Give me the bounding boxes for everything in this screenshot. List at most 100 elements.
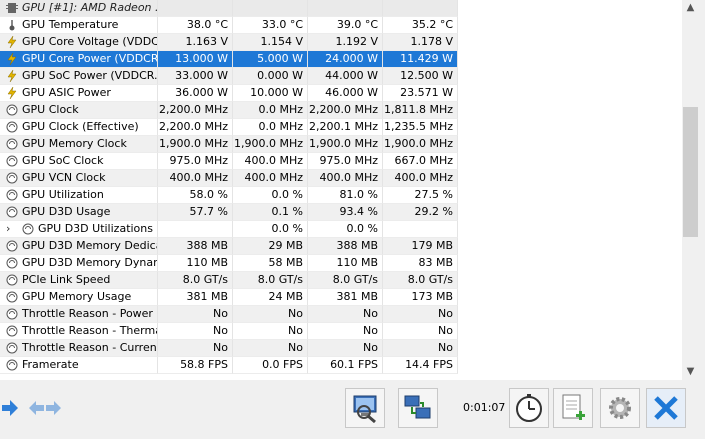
sensor-row[interactable]: GPU Memory Usage 381 MB 24 MB 381 MB 173 MB [0, 289, 682, 306]
sensor-row[interactable]: GPU D3D Memory Dynamic 110 MB 58 MB 110 MB 8… [0, 255, 682, 272]
sensor-row[interactable]: GPU D3D Usage 57.7 % 0.1 % 93.4 % 29.2 % [0, 204, 682, 221]
sensor-row[interactable]: GPU Core Voltage (VDDC... 1.163 V 1.154 V 1… [0, 34, 682, 51]
value-average-cell: No [383, 306, 458, 323]
value-maximum-cell: 381 MB [308, 289, 383, 306]
value-minimum: No [288, 307, 303, 320]
value-minimum-cell: 0.0 MHz [233, 102, 308, 119]
sensor-row[interactable]: GPU VCN Clock 400.0 MHz 400.0 MHz 400.0 MHz… [0, 170, 682, 187]
sensor-row[interactable]: Throttle Reason - Thermal No No No No [0, 323, 682, 340]
sensor-label: GPU Core Voltage (VDDC... [22, 35, 158, 48]
sensor-row[interactable]: GPU SoC Clock 975.0 MHz 400.0 MHz 975.0 MHz… [0, 153, 682, 170]
timer-button[interactable] [509, 388, 549, 428]
next-arrow-icon[interactable] [0, 398, 22, 418]
scrollbar-thumb[interactable] [683, 107, 698, 237]
sensor-row[interactable]: Framerate 58.8 FPS 0.0 FPS 60.1 FPS 14.4 FPS [0, 357, 682, 374]
sensor-row[interactable]: GPU Clock (Effective) 2,200.0 MHz 0.0 MHz 2… [0, 119, 682, 136]
value-average-cell: No [383, 323, 458, 340]
vertical-scrollbar[interactable] [682, 0, 699, 380]
value-maximum: 81.0 % [339, 188, 378, 201]
value-current-cell: 1,900.0 MHz [158, 136, 233, 153]
sensor-row[interactable]: GPU Temperature 38.0 °C 33.0 °C 39.0 °C 35.2… [0, 17, 682, 34]
sensor-name-cell: GPU ASIC Power [0, 85, 158, 102]
sensor-row[interactable]: PCIe Link Speed 8.0 GT/s 8.0 GT/s 8.0 GT/s 8… [0, 272, 682, 289]
value-current-cell: 388 MB [158, 238, 233, 255]
sensor-name-cell: GPU Clock [0, 102, 158, 119]
empty-area [458, 340, 682, 357]
value-maximum-cell: 400.0 MHz [308, 170, 383, 187]
value-current-cell: No [158, 323, 233, 340]
value-maximum-cell: 44.000 W [308, 68, 383, 85]
value-current: 13.000 W [175, 52, 228, 65]
value-average-cell [383, 221, 458, 238]
sensor-name-cell: Framerate [0, 357, 158, 374]
value-maximum: 44.000 W [325, 69, 378, 82]
sensor-row[interactable]: Throttle Reason - Power No No No No [0, 306, 682, 323]
group-label: GPU [#1]: AMD Radeon ... [22, 1, 158, 14]
value-minimum-cell: 0.000 W [233, 68, 308, 85]
sensor-row[interactable]: GPU D3D Memory Dedica... 388 MB 29 MB 388 M… [0, 238, 682, 255]
header-value-cell [233, 0, 308, 17]
sensor-row[interactable]: GPU Utilization 58.0 % 0.0 % 81.0 % 27.5 % [0, 187, 682, 204]
value-current-cell: 38.0 °C [158, 17, 233, 34]
settings-button[interactable] [600, 388, 640, 428]
value-minimum: 0.0 % [271, 222, 303, 235]
sensor-label: GPU ASIC Power [22, 86, 111, 99]
sensor-group-header[interactable]: GPU [#1]: AMD Radeon ... [0, 0, 682, 17]
value-maximum: 2,200.0 MHz [308, 103, 378, 116]
close-button[interactable] [646, 388, 686, 428]
scroll-up-arrow-icon[interactable]: ▲ [682, 0, 699, 16]
empty-area [458, 153, 682, 170]
sensor-row[interactable]: › GPU D3D Utilizations 0.0 % 0.0 % [0, 221, 682, 238]
clock-icon [22, 223, 34, 235]
sensor-row[interactable]: GPU Clock 2,200.0 MHz 0.0 MHz 2,200.0 MHz 1,… [0, 102, 682, 119]
value-average-cell: 1,900.0 MHz [383, 136, 458, 153]
empty-area [458, 136, 682, 153]
sensor-row[interactable]: GPU Core Power (VDDCR... 13.000 W 5.000 W 2… [0, 51, 682, 68]
value-minimum: 1.154 V [260, 35, 303, 48]
empty-area [458, 102, 682, 119]
value-average: 1,235.5 MHz [383, 120, 453, 133]
value-current: 110 MB [186, 256, 228, 269]
sensor-name-cell: GPU D3D Memory Dynamic [0, 255, 158, 272]
value-average-cell: 14.4 FPS [383, 357, 458, 374]
value-maximum: 39.0 °C [336, 18, 378, 31]
sensor-row[interactable]: GPU SoC Power (VDDCR... 33.000 W 0.000 W 44… [0, 68, 682, 85]
sensor-row[interactable]: GPU ASIC Power 36.000 W 10.000 W 46.000 W 23… [0, 85, 682, 102]
network-button[interactable] [398, 388, 438, 428]
empty-area [458, 238, 682, 255]
empty-area [458, 0, 682, 17]
add-report-button[interactable] [553, 388, 593, 428]
value-current: 1.163 V [185, 35, 228, 48]
sensor-name-cell: GPU Temperature [0, 17, 158, 34]
sensor-label: GPU Temperature [22, 18, 119, 31]
bottom-toolbar: 0:01:07 [0, 382, 705, 439]
empty-area [458, 17, 682, 34]
sensor-row[interactable]: Throttle Reason - Current No No No No [0, 340, 682, 357]
value-average-cell: 1.178 V [383, 34, 458, 51]
value-average-cell: No [383, 340, 458, 357]
network-sensors-button[interactable] [345, 388, 385, 428]
value-minimum: 400.0 MHz [244, 154, 303, 167]
empty-area [458, 255, 682, 272]
value-current: 58.8 FPS [180, 358, 228, 371]
sensor-row[interactable]: GPU Memory Clock 1,900.0 MHz 1,900.0 MHz 1,… [0, 136, 682, 153]
value-minimum-cell: 58 MB [233, 255, 308, 272]
scroll-down-arrow-icon[interactable]: ▼ [682, 364, 699, 380]
value-maximum-cell: 1,900.0 MHz [308, 136, 383, 153]
sensor-label: GPU VCN Clock [22, 171, 106, 184]
value-maximum-cell: No [308, 306, 383, 323]
clock-icon [6, 342, 18, 354]
value-minimum-cell: 400.0 MHz [233, 153, 308, 170]
sensor-name-cell: GPU SoC Clock [0, 153, 158, 170]
value-average: 1.178 V [410, 35, 453, 48]
value-average-cell: 23.571 W [383, 85, 458, 102]
value-current-cell: 381 MB [158, 289, 233, 306]
empty-area [458, 357, 682, 374]
expand-chevron-icon[interactable]: › [6, 221, 10, 237]
value-average: No [438, 341, 453, 354]
value-current: 36.000 W [175, 86, 228, 99]
sensor-label: Throttle Reason - Power [22, 307, 153, 320]
clock-icon [6, 291, 18, 303]
reset-arrows-icon[interactable] [27, 398, 63, 418]
value-minimum: 5.000 W [257, 52, 303, 65]
